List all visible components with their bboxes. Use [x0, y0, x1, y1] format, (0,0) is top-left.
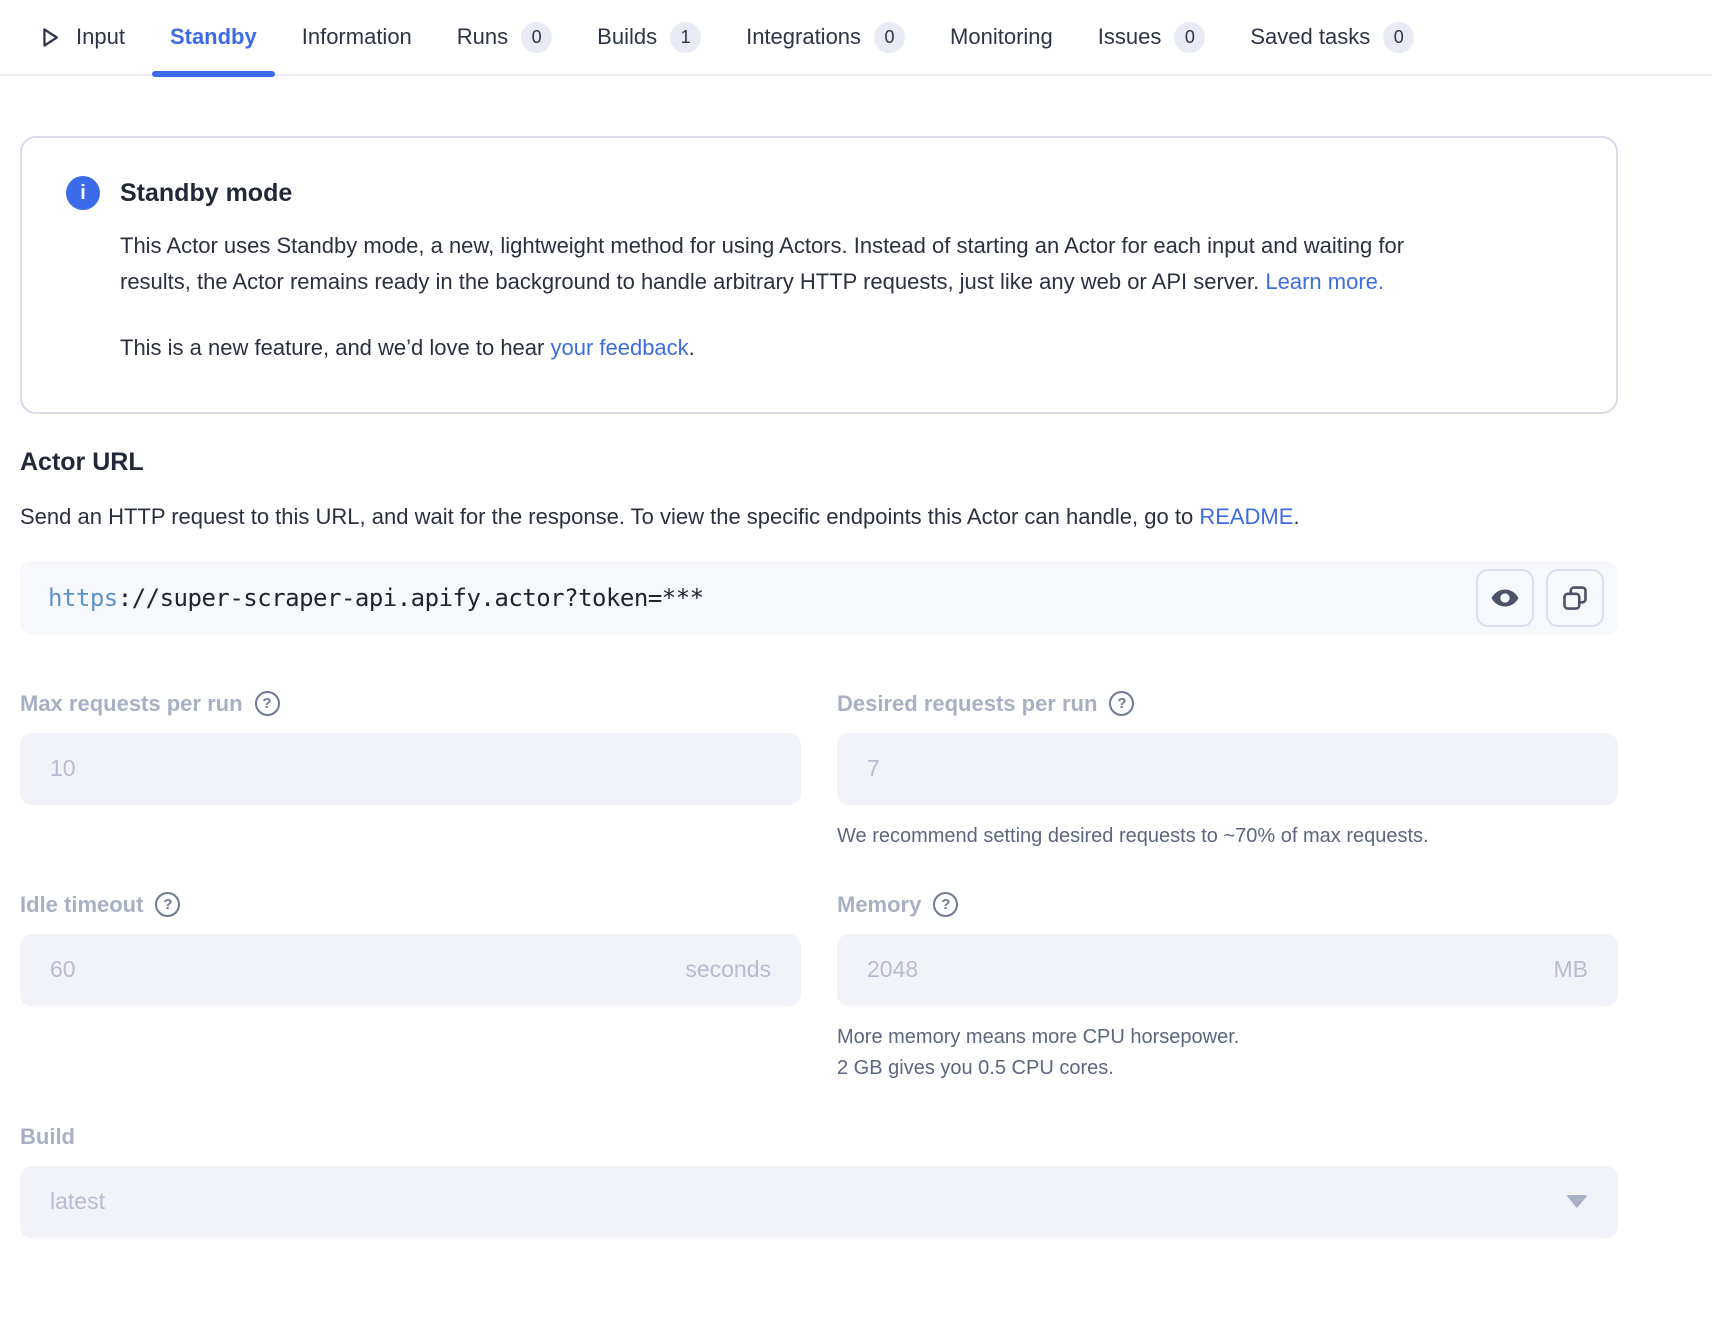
actor-url-bar: https://super-scraper-api.apify.actor?to…	[20, 561, 1618, 635]
help-icon[interactable]: ?	[155, 892, 180, 917]
tab-label: Runs	[457, 24, 508, 50]
memory-input-box: MB	[837, 934, 1618, 1006]
memory-field: Memory ? MB More memory means more CPU h…	[837, 892, 1618, 1084]
build-label-row: Build	[20, 1124, 1618, 1150]
copy-url-button[interactable]	[1546, 569, 1604, 627]
standby-notice-card: i Standby mode This Actor uses Standby m…	[20, 136, 1618, 414]
desired-requests-label-row: Desired requests per run ?	[837, 691, 1618, 717]
count-badge: 1	[670, 22, 701, 53]
tab-builds[interactable]: Builds 1	[597, 0, 701, 75]
info-icon: i	[66, 176, 100, 210]
memory-hint-line-2: 2 GB gives you 0.5 CPU cores.	[837, 1053, 1618, 1084]
idle-timeout-label-row: Idle timeout ?	[20, 892, 801, 918]
actor-url-description-text: Send an HTTP request to this URL, and wa…	[20, 504, 1199, 529]
count-badge: 0	[1383, 22, 1414, 53]
actor-url-description-end: .	[1293, 504, 1299, 529]
build-field: Build latest	[20, 1124, 1618, 1238]
help-icon[interactable]: ?	[1109, 691, 1134, 716]
tab-label: Monitoring	[950, 24, 1053, 50]
notice-title: Standby mode	[120, 179, 292, 208]
max-requests-input-box	[20, 733, 801, 805]
memory-unit: MB	[1554, 956, 1589, 983]
feedback-link[interactable]: your feedback	[550, 335, 688, 360]
desired-requests-input-box	[837, 733, 1618, 805]
max-requests-label: Max requests per run	[20, 691, 243, 717]
help-icon[interactable]: ?	[255, 691, 280, 716]
help-icon[interactable]: ?	[933, 892, 958, 917]
tab-label: Standby	[170, 24, 257, 50]
tab-label: Issues	[1098, 24, 1162, 50]
actor-url-text: https://super-scraper-api.apify.actor?to…	[48, 584, 1464, 612]
tab-label: Builds	[597, 24, 657, 50]
actor-url-heading: Actor URL	[20, 448, 1618, 477]
build-select-value: latest	[50, 1188, 105, 1215]
memory-input[interactable]	[867, 956, 1554, 983]
tab-integrations[interactable]: Integrations 0	[746, 0, 905, 75]
idle-timeout-field: Idle timeout ? seconds	[20, 892, 801, 1084]
tab-information[interactable]: Information	[302, 0, 412, 75]
feedback-text: This is a new feature, and we’d love to …	[120, 335, 550, 360]
memory-label: Memory	[837, 892, 921, 918]
notice-text: This Actor uses Standby mode, a new, lig…	[120, 233, 1404, 294]
memory-hint: More memory means more CPU horsepower. 2…	[837, 1022, 1618, 1084]
tab-runs[interactable]: Runs 0	[457, 0, 552, 75]
max-requests-field: Max requests per run ?	[20, 691, 801, 852]
desired-requests-label: Desired requests per run	[837, 691, 1097, 717]
learn-more-link[interactable]: Learn more.	[1265, 269, 1384, 294]
max-requests-label-row: Max requests per run ?	[20, 691, 801, 717]
count-badge: 0	[521, 22, 552, 53]
tab-saved-tasks[interactable]: Saved tasks 0	[1250, 0, 1414, 75]
desired-requests-field: Desired requests per run ? We recommend …	[837, 691, 1618, 852]
build-label: Build	[20, 1124, 75, 1150]
tab-monitoring[interactable]: Monitoring	[950, 0, 1053, 75]
count-badge: 0	[874, 22, 905, 53]
desired-requests-hint: We recommend setting desired requests to…	[837, 821, 1618, 852]
readme-link[interactable]: README	[1199, 504, 1293, 529]
tab-label: Information	[302, 24, 412, 50]
feedback-paragraph: This is a new feature, and we’d love to …	[120, 330, 1430, 366]
standby-tab-content: i Standby mode This Actor uses Standby m…	[20, 136, 1618, 1238]
standby-settings-form: Max requests per run ? Desired requests …	[20, 691, 1618, 1238]
url-scheme: https	[48, 584, 118, 612]
idle-timeout-label: Idle timeout	[20, 892, 143, 918]
tab-issues[interactable]: Issues 0	[1098, 0, 1206, 75]
feedback-text-end: .	[689, 335, 695, 360]
tab-standby[interactable]: Standby	[170, 0, 257, 75]
memory-label-row: Memory ?	[837, 892, 1618, 918]
desired-requests-input[interactable]	[867, 755, 1588, 782]
tab-label: Input	[76, 24, 125, 50]
play-icon	[36, 24, 63, 51]
memory-hint-line-1: More memory means more CPU horsepower.	[837, 1022, 1618, 1053]
notice-paragraph: This Actor uses Standby mode, a new, lig…	[120, 228, 1430, 300]
tab-bar: Input Standby Information Runs 0 Builds …	[0, 0, 1712, 76]
eye-icon	[1489, 582, 1521, 614]
tab-input[interactable]: Input	[36, 0, 125, 75]
idle-timeout-input[interactable]	[50, 956, 685, 983]
url-rest: ://super-scraper-api.apify.actor?token=*…	[118, 584, 704, 612]
copy-icon	[1560, 583, 1590, 613]
idle-timeout-unit: seconds	[685, 956, 771, 983]
count-badge: 0	[1174, 22, 1205, 53]
chevron-down-icon	[1566, 1195, 1588, 1208]
reveal-token-button[interactable]	[1476, 569, 1534, 627]
tab-label: Saved tasks	[1250, 24, 1370, 50]
max-requests-input[interactable]	[50, 755, 771, 782]
build-select[interactable]: latest	[20, 1166, 1618, 1238]
tab-label: Integrations	[746, 24, 861, 50]
idle-timeout-input-box: seconds	[20, 934, 801, 1006]
actor-url-description: Send an HTTP request to this URL, and wa…	[20, 498, 1420, 535]
